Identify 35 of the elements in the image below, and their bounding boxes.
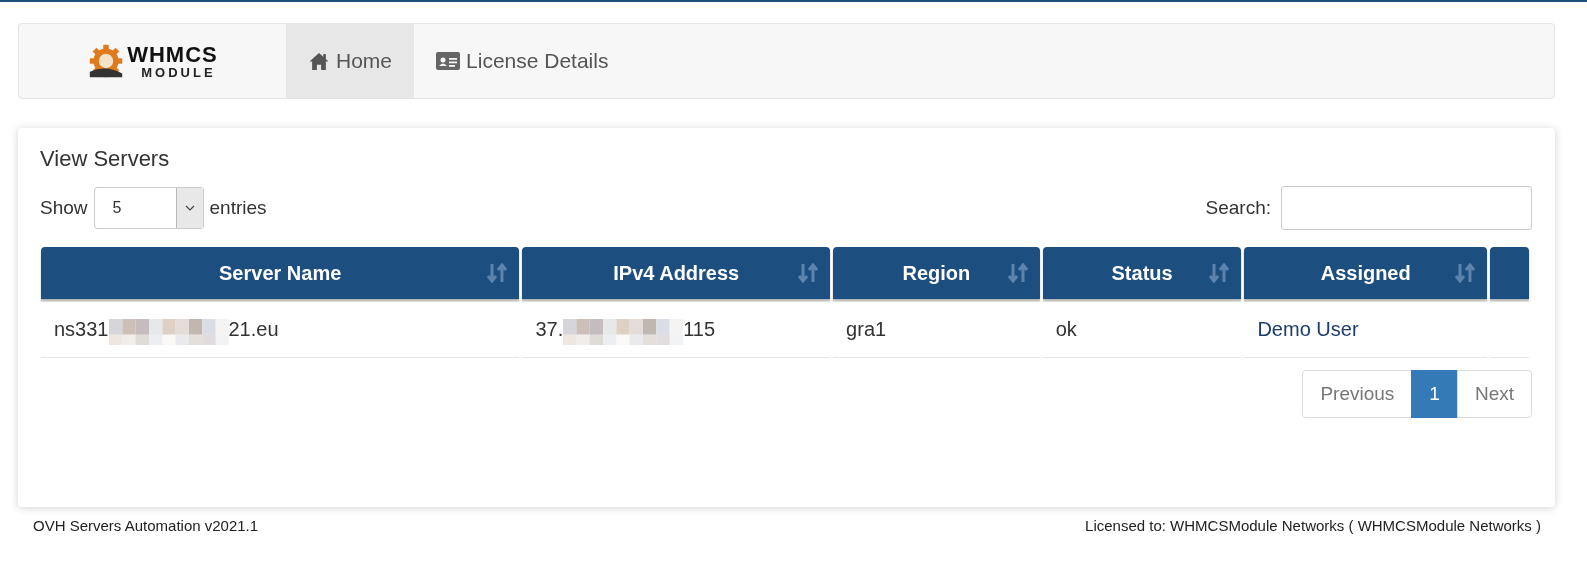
- show-label: Show: [40, 197, 88, 219]
- id-card-icon: [436, 52, 461, 70]
- chevron-down-icon: [184, 205, 195, 211]
- nav-tab[interactable]: License Details: [414, 24, 631, 98]
- search-label: Search:: [1205, 197, 1271, 219]
- cell-text: 37.: [535, 318, 564, 341]
- logo-subtext: MODULE: [141, 65, 217, 79]
- sort-icon: [798, 263, 821, 283]
- cell-text: 115: [683, 318, 716, 341]
- entries-label: entries: [209, 197, 267, 219]
- sort-icon: [487, 263, 510, 283]
- license-text: Licensed to: WHMCSModule Networks ( WHMCSModule Networks ): [1085, 517, 1541, 534]
- cell-text: ns331: [54, 318, 109, 341]
- entries-select[interactable]: 5: [93, 187, 204, 229]
- page-button[interactable]: 1: [1411, 370, 1458, 418]
- sort-icon: [1209, 263, 1232, 283]
- table-cell: ok: [1042, 299, 1242, 358]
- page-button[interactable]: Next: [1456, 370, 1532, 418]
- version-text: OVH Servers Automation v2021.1: [33, 517, 259, 534]
- table-cell: gra1: [833, 299, 1040, 358]
- column-header[interactable]: Assigned: [1244, 247, 1487, 299]
- search-field[interactable]: [1281, 186, 1532, 230]
- panel-title: View Servers: [40, 145, 171, 172]
- column-header[interactable]: IPv4 Address: [522, 247, 831, 299]
- column-header[interactable]: Status: [1042, 247, 1242, 299]
- sort-icon: [1007, 263, 1030, 283]
- cell-text: 21.eu: [228, 318, 279, 341]
- user-link[interactable]: Demo User: [1257, 318, 1359, 340]
- column-header[interactable]: Server Name: [41, 247, 520, 299]
- nav-tab[interactable]: Home: [286, 24, 415, 98]
- home-icon: [308, 51, 330, 71]
- sort-icon: [1455, 263, 1477, 283]
- logo-text: WHMCS: [127, 43, 218, 66]
- column-header[interactable]: Region: [833, 247, 1040, 299]
- logo[interactable]: WHMCS MODULE: [19, 24, 286, 98]
